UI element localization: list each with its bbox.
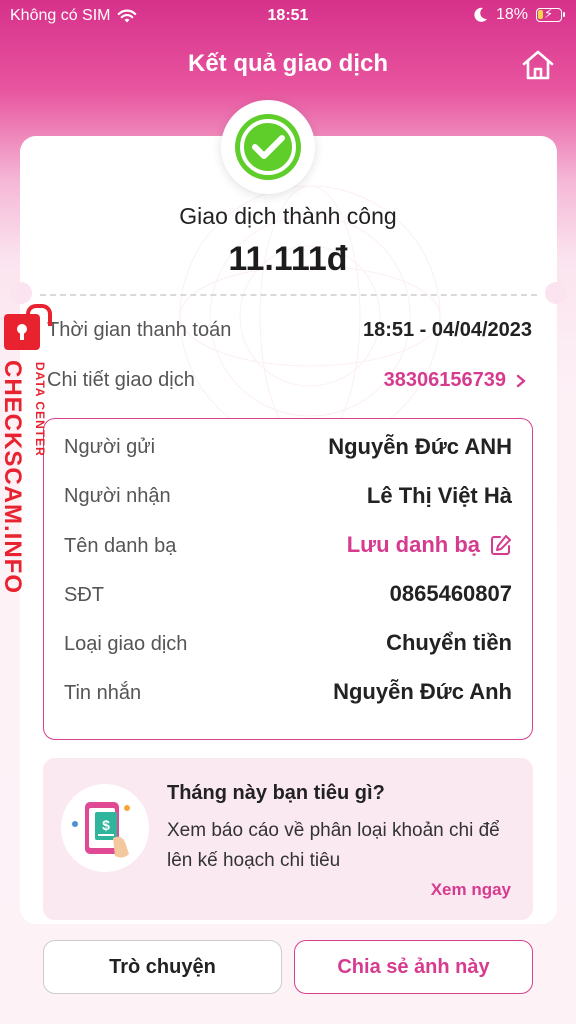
payment-time-label: Thời gian thanh toán — [47, 319, 232, 341]
watermark-main: CHECKSCAM.INFO — [0, 360, 26, 594]
phone-label: SĐT — [64, 584, 104, 606]
share-image-button[interactable]: Chia sẻ ảnh này — [294, 940, 533, 994]
page-title: Kết quả giao dịch — [187, 50, 388, 77]
message-value: Nguyễn Đức Anh — [333, 679, 512, 704]
promo-banner[interactable]: $ Tháng này bạn tiêu gì? Xem báo cáo về … — [43, 758, 533, 920]
save-contact-text: Lưu danh bạ — [346, 532, 480, 557]
battery-charging-icon: ⚡ — [536, 6, 565, 22]
receiver-label: Người nhận — [64, 485, 171, 507]
expense-report-icon: $ — [61, 784, 149, 872]
transaction-details: Người gửi Nguyễn Đức ANH Người nhận Lê T… — [43, 418, 533, 740]
ticket-notch-right — [545, 282, 567, 304]
edit-icon — [491, 535, 511, 555]
ticket-notch-left — [10, 282, 32, 304]
moon-icon — [474, 7, 487, 22]
promo-title: Tháng này bạn tiêu gì? — [167, 782, 385, 804]
save-contact-button[interactable]: Lưu danh bạ — [347, 532, 512, 558]
check-circle-icon — [235, 114, 301, 180]
svg-text:$: $ — [102, 817, 110, 833]
status-text: Giao dịch thành công — [179, 203, 397, 229]
phone-value: 0865460807 — [389, 581, 512, 606]
lock-icon — [4, 304, 52, 350]
receiver-value: Lê Thị Việt Hà — [366, 483, 512, 508]
message-label: Tin nhắn — [64, 682, 142, 704]
sender-value: Nguyễn Đức ANH — [328, 434, 512, 459]
transaction-type-value: Chuyển tiền — [386, 630, 512, 655]
chevron-right-icon — [516, 374, 526, 387]
battery-percent: 18% — [495, 6, 528, 23]
chat-button[interactable]: Trò chuyện — [43, 940, 282, 994]
transaction-id: 38306156739 — [383, 369, 506, 391]
success-badge — [221, 100, 315, 194]
transaction-id-link[interactable]: 38306156739 — [384, 369, 526, 392]
payment-time-value: 18:51 - 04/04/2023 — [362, 319, 532, 341]
contact-name-label: Tên danh bạ — [64, 535, 177, 557]
home-button[interactable] — [520, 48, 556, 82]
transaction-type-label: Loại giao dịch — [64, 633, 188, 655]
sender-label: Người gửi — [64, 436, 156, 458]
amount: 11.111đ — [228, 240, 348, 278]
status-right: 18% ⚡ — [474, 6, 565, 24]
divider — [40, 294, 537, 296]
home-icon — [522, 50, 554, 80]
detail-label: Chi tiết giao dịch — [47, 369, 195, 391]
promo-description: Xem báo cáo về phân loại khoản chi để lê… — [167, 820, 500, 871]
view-now-link[interactable]: Xem ngay — [431, 880, 511, 900]
watermark-sub: DATA CENTER — [33, 362, 47, 457]
status-bar: Không có SIM 18:51 18% ⚡ — [0, 0, 576, 34]
